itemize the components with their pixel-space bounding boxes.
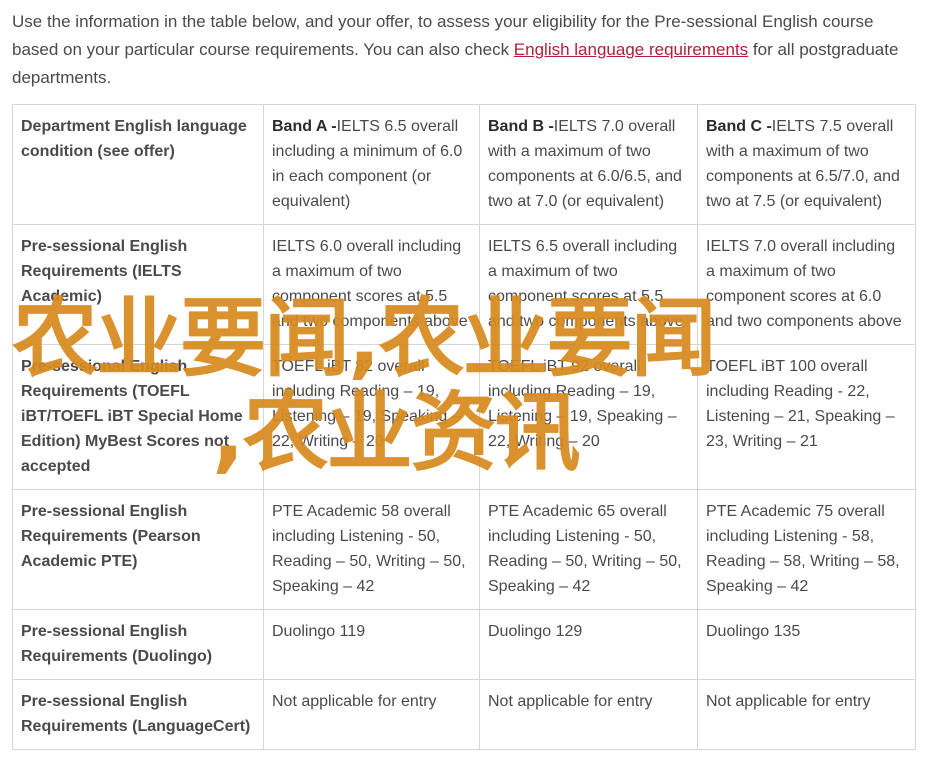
cell-toefl-band-a: TOEFL iBT 82 overall including Reading –… xyxy=(263,344,480,490)
cell-toefl-band-c: TOEFL iBT 100 overall including Reading … xyxy=(697,344,916,490)
intro-paragraph: Use the information in the table below, … xyxy=(12,8,917,92)
cell-pte-band-b: PTE Academic 65 overall including Listen… xyxy=(479,489,698,610)
row-label-toefl: Pre-sessional English Requirements (TOEF… xyxy=(12,344,264,490)
cell-ielts-band-a: IELTS 6.0 overall including a maximum of… xyxy=(263,224,480,345)
row-label-ielts: Pre-sessional English Requirements (IELT… xyxy=(12,224,264,345)
table-row-pte: Pre-sessional English Requirements (Pear… xyxy=(12,489,916,610)
header-label-cell: Department English language condition (s… xyxy=(12,104,264,225)
cell-ielts-band-b: IELTS 6.5 overall including a maximum of… xyxy=(479,224,698,345)
band-b-title: Band B - xyxy=(488,118,554,135)
band-c-title: Band C - xyxy=(706,118,772,135)
cell-ielts-band-c: IELTS 7.0 overall including a maximum of… xyxy=(697,224,916,345)
cell-duolingo-band-c: Duolingo 135 xyxy=(697,609,916,680)
band-b-cell: Band B -IELTS 7.0 overall with a maximum… xyxy=(479,104,698,225)
row-label-pte: Pre-sessional English Requirements (Pear… xyxy=(12,489,264,610)
band-a-title: Band A - xyxy=(272,118,337,135)
table-row-ielts: Pre-sessional English Requirements (IELT… xyxy=(12,224,916,345)
band-a-cell: Band A -IELTS 6.5 overall including a mi… xyxy=(263,104,480,225)
english-language-requirements-link[interactable]: English language requirements xyxy=(514,40,748,59)
row-label-languagecert: Pre-sessional English Requirements (Lang… xyxy=(12,679,264,750)
cell-toefl-band-b: TOEFL iBT 92 overall including Reading –… xyxy=(479,344,698,490)
row-label-duolingo: Pre-sessional English Requirements (Duol… xyxy=(12,609,264,680)
cell-languagecert-band-c: Not applicable for entry xyxy=(697,679,916,750)
cell-pte-band-a: PTE Academic 58 overall including Listen… xyxy=(263,489,480,610)
band-c-cell: Band C -IELTS 7.5 overall with a maximum… xyxy=(697,104,916,225)
cell-languagecert-band-a: Not applicable for entry xyxy=(263,679,480,750)
table-row-toefl: Pre-sessional English Requirements (TOEF… xyxy=(12,344,916,490)
cell-duolingo-band-b: Duolingo 129 xyxy=(479,609,698,680)
cell-pte-band-c: PTE Academic 75 overall including Listen… xyxy=(697,489,916,610)
cell-duolingo-band-a: Duolingo 119 xyxy=(263,609,480,680)
table-row-duolingo: Pre-sessional English Requirements (Duol… xyxy=(12,609,916,680)
table-header-row: Department English language condition (s… xyxy=(12,104,916,225)
cell-languagecert-band-b: Not applicable for entry xyxy=(479,679,698,750)
table-row-languagecert: Pre-sessional English Requirements (Lang… xyxy=(12,679,916,750)
requirements-table: Department English language condition (s… xyxy=(12,104,916,750)
